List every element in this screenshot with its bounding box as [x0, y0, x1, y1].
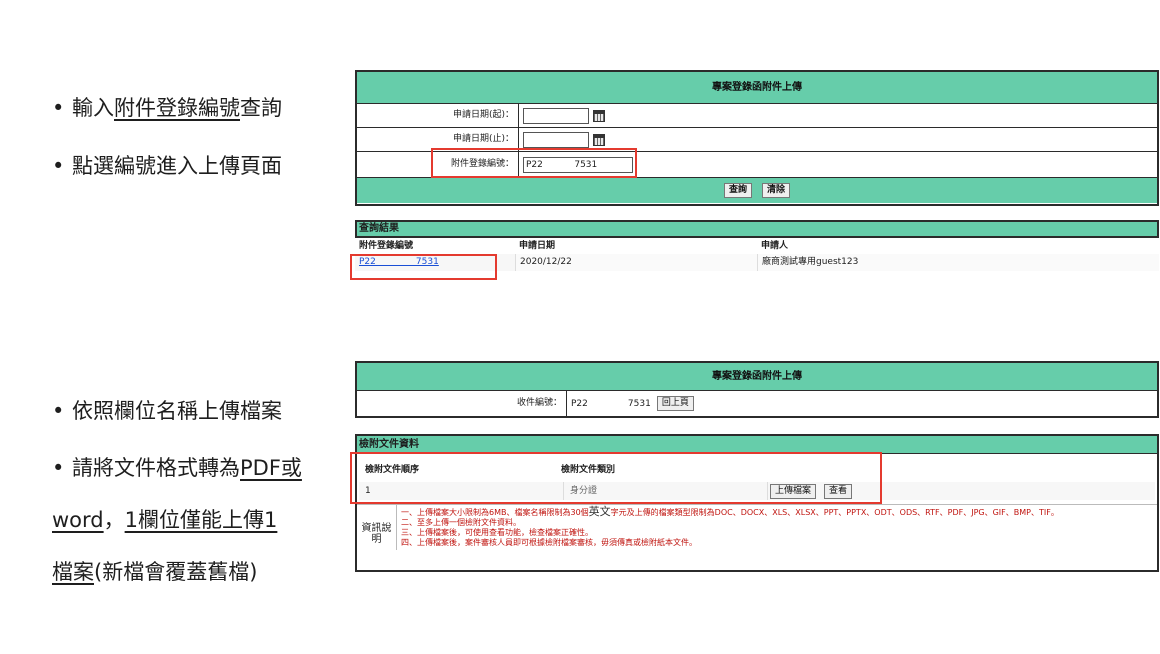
- info-line: 三、上傳檔案後，可使用查看功能，檢查檔案正確性。: [401, 528, 593, 537]
- search-form: 專案登錄函附件上傳 申請日期(起)： 申請日期(止)： 附件登錄編號： P22 …: [355, 70, 1159, 206]
- instruction-underlined-text: 檔案: [52, 560, 94, 584]
- instruction-text: 查詢: [240, 96, 282, 120]
- instruction-text: 請將文件格式轉為: [72, 456, 240, 480]
- instruction-underlined-text: word: [52, 508, 104, 532]
- query-button[interactable]: 查詢: [723, 183, 752, 198]
- highlight-box: [350, 254, 497, 280]
- highlight-box: [350, 452, 882, 504]
- calendar-icon[interactable]: [593, 133, 605, 146]
- instruction-item: 點選編號進入上傳頁面: [52, 151, 282, 181]
- instruction-text: 輸入: [72, 96, 114, 120]
- form-actions: 查詢 清除: [357, 178, 1157, 203]
- instruction-underlined-text: PDF或: [240, 456, 302, 480]
- upload-form: 專案登錄函附件上傳 收件編號： P22 7531 回上頁: [355, 361, 1159, 418]
- table-cell: 廠商測試專用guest123: [757, 254, 1159, 271]
- back-button[interactable]: 回上頁: [656, 396, 694, 411]
- receipt-label: 收件編號：: [357, 391, 567, 416]
- info-line: 英文: [588, 505, 611, 518]
- info-label: 資訊說明: [357, 505, 397, 550]
- form-title: 專案登錄函附件上傳: [357, 72, 1157, 104]
- start-date-row: 申請日期(起)：: [357, 104, 1157, 128]
- instruction-underlined-text: 附件登錄編號: [114, 96, 240, 120]
- highlight-box: [431, 148, 637, 178]
- receipt-row: 收件編號： P22 7531 回上頁: [357, 391, 1157, 416]
- info-line: 四、上傳檔案後，案件審核人員即可根據檢附檔案審核，毋須傳真或檢附紙本文件。: [401, 538, 697, 547]
- info-section: 資訊說明 一、上傳檔案大小限制為6MB、檔案名稱限制為30個英文字元及上傳的檔案…: [357, 504, 1157, 550]
- instruction-list-bottom: 依照欄位名稱上傳檔案 請將文件格式轉為PDF或 word，1欄位僅能上傳1 檔案…: [52, 396, 302, 636]
- info-line: 一、上傳檔案大小限制為6MB、檔案名稱限制為30個: [401, 508, 589, 517]
- instruction-text: (新檔會覆蓋舊檔): [94, 560, 258, 584]
- calendar-icon[interactable]: [593, 109, 605, 122]
- instruction-item: 輸入附件登錄編號查詢: [52, 93, 282, 123]
- column-header: 申請日期: [519, 241, 556, 251]
- clear-button[interactable]: 清除: [762, 183, 791, 198]
- instruction-list-top: 輸入附件登錄編號查詢 點選編號進入上傳頁面: [52, 93, 282, 209]
- info-text: 一、上傳檔案大小限制為6MB、檔案名稱限制為30個英文字元及上傳的檔案類型限制為…: [397, 505, 1157, 550]
- info-line: 字元及上傳的檔案類型限制為DOC、DOCX、XLS、XLSX、PPT、PPTX、…: [610, 508, 1059, 517]
- instruction-text: 點選編號進入上傳頁面: [72, 154, 282, 178]
- results-header: 附件登錄編號 申請日期 申請人: [355, 238, 1159, 254]
- instruction-underlined-text: 1欄位僅能上傳1: [124, 508, 278, 532]
- instruction-text: ，: [103, 508, 125, 532]
- receipt-value: P22 7531: [571, 398, 651, 409]
- table-cell: 2020/12/22: [515, 254, 757, 271]
- column-header: 申請人: [761, 241, 789, 251]
- form-title: 專案登錄函附件上傳: [357, 363, 1157, 391]
- end-date-input[interactable]: [523, 131, 589, 148]
- start-date-input[interactable]: [523, 107, 589, 124]
- instruction-text: 依照欄位名稱上傳檔案: [72, 399, 282, 423]
- results-title: 查詢結果: [355, 220, 1159, 238]
- column-header: 附件登錄編號: [359, 241, 414, 251]
- start-date-label: 申請日期(起)：: [357, 104, 519, 127]
- instruction-item: 請將文件格式轉為PDF或 word，1欄位僅能上傳1 檔案(新檔會覆蓋舊檔): [52, 453, 302, 609]
- info-line: 二、至多上傳一個檢附文件資料。: [401, 518, 521, 527]
- instruction-item: 依照欄位名稱上傳檔案: [52, 396, 302, 426]
